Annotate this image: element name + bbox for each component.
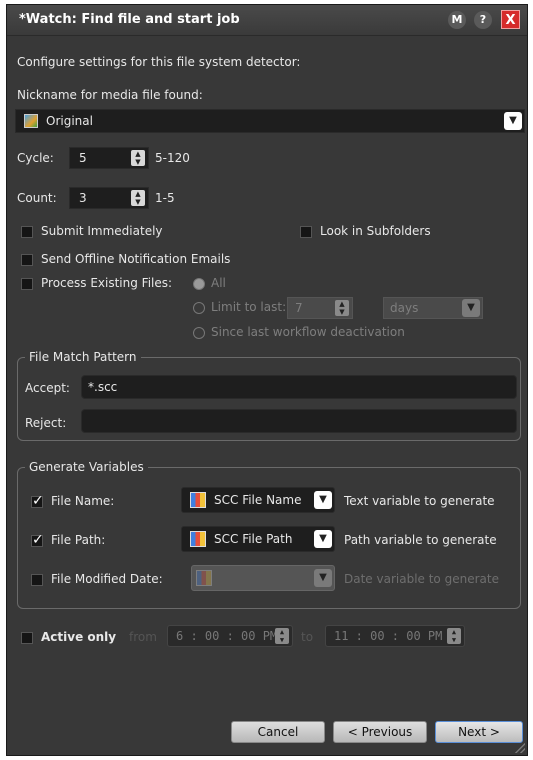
previous-button[interactable]: < Previous <box>333 721 427 743</box>
title-bar[interactable]: *Watch: Find file and start job M ? X <box>7 5 527 36</box>
radio-all[interactable] <box>193 278 205 290</box>
file-modified-date-label: File Modified Date: <box>51 572 163 586</box>
file-match-legend: File Match Pattern <box>25 350 141 364</box>
active-only-label: Active only <box>41 630 117 644</box>
spin-updown-icon[interactable]: ▲ ▼ <box>275 628 289 644</box>
cycle-range: 5-120 <box>155 151 190 165</box>
spin-updown-icon[interactable]: ▲ ▼ <box>335 300 349 316</box>
cycle-value: 5 <box>79 151 87 165</box>
file-name-label: File Name: <box>51 494 115 508</box>
reject-label: Reject: <box>25 416 67 430</box>
dialog-window: *Watch: Find file and start job M ? X Co… <box>6 4 528 756</box>
to-time-value: 11 : 00 : 00 PM <box>334 629 443 643</box>
count-stepper[interactable]: 3 ▲ ▼ <box>69 187 149 209</box>
count-value: 3 <box>79 191 87 205</box>
file-name-checkbox[interactable] <box>31 493 44 509</box>
variable-icon <box>190 531 206 547</box>
variable-icon <box>196 570 212 586</box>
limit-stepper[interactable]: 7 ▲ ▼ <box>287 297 353 319</box>
radio-all-label: All <box>211 276 226 290</box>
media-file-icon <box>24 114 38 128</box>
file-path-value: SCC File Path <box>214 532 293 546</box>
spin-updown-icon[interactable]: ▲ ▼ <box>131 150 145 166</box>
radio-limit-label: Limit to last: <box>211 300 287 314</box>
process-existing-label: Process Existing Files: <box>41 276 173 290</box>
to-time-input[interactable]: 11 : 00 : 00 PM ▲ ▼ <box>325 625 465 647</box>
m-button[interactable]: M <box>448 11 466 29</box>
submit-immediately-label: Submit Immediately <box>41 224 163 238</box>
submit-immediately-checkbox[interactable] <box>21 226 33 238</box>
from-time-value: 6 : 00 : 00 PM <box>176 629 278 643</box>
limit-unit-value: days <box>390 301 419 315</box>
radio-since[interactable] <box>193 327 205 339</box>
cycle-stepper[interactable]: 5 ▲ ▼ <box>69 147 149 169</box>
limit-unit-dropdown[interactable]: days ▼ <box>383 297 483 319</box>
close-button[interactable]: X <box>501 10 520 29</box>
intro-text: Configure settings for this file system … <box>17 55 301 69</box>
from-time-input[interactable]: 6 : 00 : 00 PM ▲ ▼ <box>167 625 293 647</box>
chevron-down-icon[interactable]: ▼ <box>314 491 332 509</box>
help-button[interactable]: ? <box>474 11 492 29</box>
nickname-value: Original <box>46 114 93 128</box>
nickname-label: Nickname for media file found: <box>17 88 203 102</box>
active-to-label: to <box>301 630 314 644</box>
send-offline-label: Send Offline Notification Emails <box>41 252 231 266</box>
cycle-label: Cycle: <box>17 151 54 165</box>
file-name-value: SCC File Name <box>214 493 302 507</box>
reject-input[interactable] <box>81 409 517 433</box>
accept-label: Accept: <box>25 381 70 395</box>
resize-grip-icon[interactable] <box>515 743 525 753</box>
file-name-desc: Text variable to generate <box>344 494 495 508</box>
active-only-checkbox[interactable] <box>21 632 33 644</box>
radio-limit[interactable] <box>193 302 205 314</box>
file-name-dropdown[interactable]: SCC File Name ▼ <box>181 487 335 513</box>
look-in-subfolders-label: Look in Subfolders <box>320 224 431 238</box>
file-path-dropdown[interactable]: SCC File Path ▼ <box>181 526 335 552</box>
look-in-subfolders-checkbox[interactable] <box>300 226 312 238</box>
window-title: *Watch: Find file and start job <box>19 12 240 27</box>
generate-variables-legend: Generate Variables <box>25 460 148 474</box>
spin-updown-icon[interactable]: ▲ ▼ <box>447 628 461 644</box>
chevron-down-icon[interactable]: ▼ <box>314 569 332 587</box>
count-range: 1-5 <box>155 191 175 205</box>
chevron-down-icon[interactable]: ▼ <box>462 299 480 317</box>
spin-updown-icon[interactable]: ▲ ▼ <box>131 190 145 206</box>
file-path-checkbox[interactable] <box>31 532 44 548</box>
nickname-dropdown[interactable]: Original ▼ <box>15 109 525 133</box>
file-modified-date-checkbox[interactable] <box>31 574 43 586</box>
send-offline-checkbox[interactable] <box>21 254 33 266</box>
count-label: Count: <box>17 191 57 205</box>
cancel-button[interactable]: Cancel <box>231 721 325 743</box>
chevron-down-icon[interactable]: ▼ <box>314 530 332 548</box>
variable-icon <box>190 492 206 508</box>
radio-since-label: Since last workflow deactivation <box>211 325 405 339</box>
next-button[interactable]: Next > <box>435 721 523 743</box>
limit-value: 7 <box>295 301 303 315</box>
file-path-label: File Path: <box>51 533 106 547</box>
chevron-down-icon[interactable]: ▼ <box>504 112 522 130</box>
file-modified-date-dropdown[interactable]: ▼ <box>191 565 335 591</box>
active-from-label: from <box>129 630 157 644</box>
accept-input[interactable]: *.scc <box>81 375 517 399</box>
file-modified-date-desc: Date variable to generate <box>344 572 499 586</box>
file-path-desc: Path variable to generate <box>344 533 497 547</box>
process-existing-checkbox[interactable] <box>21 278 33 290</box>
